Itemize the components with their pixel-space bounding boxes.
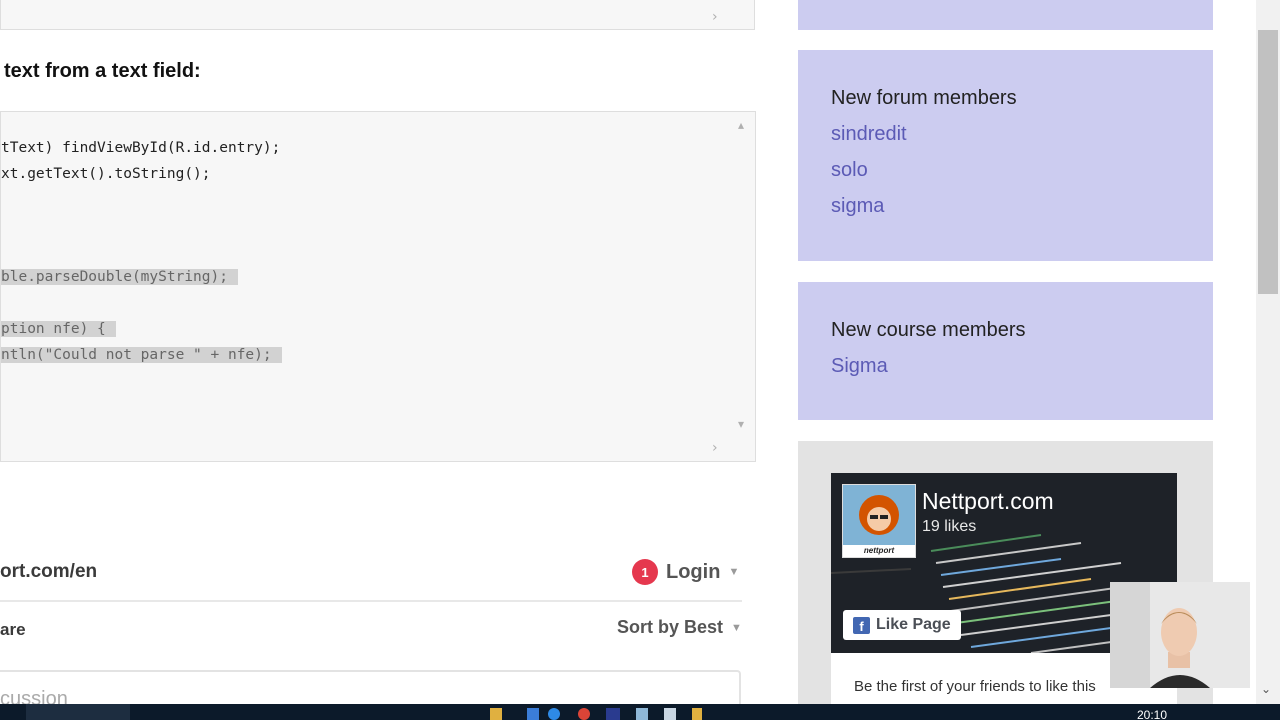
taskbar: 20:10 (0, 704, 1280, 722)
forum-members-panel: New forum members sindredit solo sigma (798, 50, 1213, 261)
presenter-image (1110, 582, 1250, 688)
avatar-image: nettport (843, 485, 915, 555)
section-heading: text from a text field: (4, 60, 201, 82)
webcam-overlay (1110, 582, 1250, 688)
course-member-link[interactable]: Sigma (831, 355, 888, 378)
chevron-down-icon: ▼ (731, 621, 742, 634)
login-label[interactable]: Login (666, 561, 720, 584)
scroll-right-icon[interactable]: › (712, 9, 718, 25)
file-explorer-icon[interactable] (490, 708, 502, 720)
forum-member-link[interactable]: sindredit (831, 123, 907, 146)
page-likes: 19 likes (922, 518, 977, 535)
like-page-label: Like Page (876, 616, 951, 633)
scroll-down-icon[interactable]: ⌄ (1261, 682, 1271, 696)
scroll-up-icon[interactable]: ▴ (738, 118, 744, 132)
comments-site-url[interactable]: ort.com/en (0, 561, 97, 583)
facebook-icon: f (853, 616, 870, 634)
login-menu[interactable]: 1 Login ▼ (632, 559, 739, 585)
chrome-icon[interactable] (578, 708, 590, 720)
share-label[interactable]: are (0, 620, 26, 640)
browser-icon[interactable] (548, 708, 560, 720)
code-line-selected: ntln("Could not parse " + nfe); (1, 347, 282, 363)
premiere-icon[interactable] (606, 708, 620, 720)
app-icon[interactable] (527, 708, 539, 720)
sort-menu[interactable]: Sort by Best ▼ (617, 617, 742, 638)
course-members-title: New course members (831, 319, 1026, 341)
code-block: tText) findViewById(R.id.entry); xt.getT… (0, 111, 756, 462)
forum-members-title: New forum members (831, 87, 1017, 109)
friends-text: Be the first of your friends to like thi… (854, 678, 1096, 695)
avatar-caption: nettport (864, 546, 895, 555)
code-line-selected: ble.parseDouble(myString); (1, 269, 238, 285)
page-name[interactable]: Nettport.com (922, 488, 1054, 515)
page-scrollbar-thumb[interactable] (1258, 30, 1278, 294)
scroll-right-icon[interactable]: › (712, 440, 718, 456)
code-line: xt.getText().toString(); (1, 166, 211, 182)
folder-icon[interactable] (692, 708, 702, 720)
chevron-down-icon: ▼ (728, 566, 740, 578)
start-area[interactable] (26, 704, 130, 720)
course-members-panel: New course members Sigma (798, 282, 1213, 420)
app-icon[interactable] (636, 708, 648, 720)
scroll-down-icon[interactable]: ▾ (738, 417, 744, 431)
app-icon[interactable] (664, 708, 676, 720)
like-page-button[interactable]: f Like Page (843, 610, 961, 640)
forum-member-link[interactable]: solo (831, 159, 868, 182)
sort-label[interactable]: Sort by Best (617, 617, 723, 638)
forum-member-link[interactable]: sigma (831, 195, 884, 218)
sidebar-panel-top (798, 0, 1213, 30)
code-line: tText) findViewById(R.id.entry); (1, 140, 281, 156)
notification-badge[interactable]: 1 (632, 559, 658, 585)
code-box-top: › (0, 0, 755, 30)
divider (0, 600, 742, 602)
page-avatar[interactable]: nettport (842, 484, 916, 558)
code-line-selected: ption nfe) { (1, 321, 116, 337)
